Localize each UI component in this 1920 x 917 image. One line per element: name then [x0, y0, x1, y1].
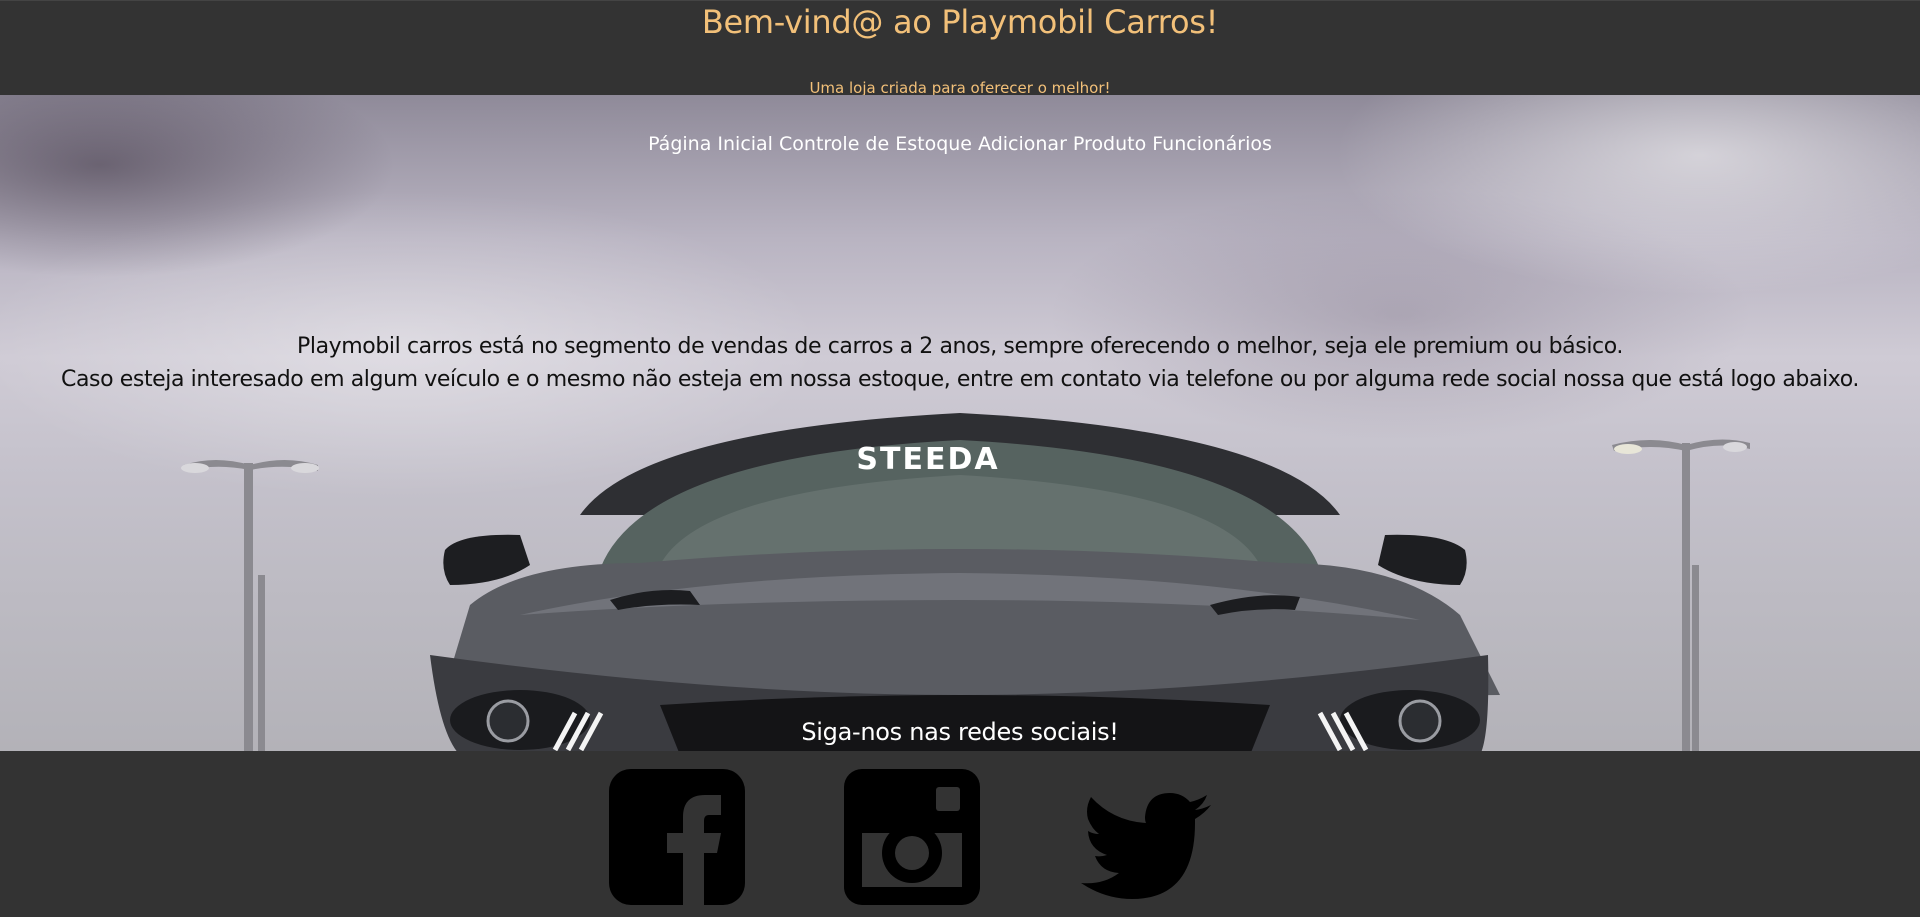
social-heading: Siga-nos nas redes sociais!: [801, 718, 1119, 746]
twitter-icon[interactable]: [1077, 779, 1213, 915]
hero-section: STEEDA Página Inicial Controle de Estoqu…: [0, 95, 1920, 751]
windshield-banner: STEEDA: [856, 442, 999, 477]
site-title: Bem-vind@ ao Playmobil Carros!: [701, 3, 1219, 41]
facebook-icon[interactable]: [609, 769, 745, 905]
about-text: Playmobil carros está no segmento de ven…: [0, 330, 1920, 396]
nav-adicionar-produto[interactable]: Adicionar Produto: [978, 133, 1146, 155]
nav-controle-de-estoque[interactable]: Controle de Estoque: [779, 133, 972, 155]
about-line-1: Playmobil carros está no segmento de ven…: [297, 334, 1623, 359]
about-line-2: Caso esteja interesado em algum veículo …: [60, 367, 1859, 392]
site-header: Bem-vind@ ao Playmobil Carros! Uma loja …: [0, 0, 1920, 97]
main-nav: Página Inicial Controle de Estoque Adici…: [0, 133, 1920, 155]
nav-funcionarios[interactable]: Funcionários: [1152, 133, 1272, 155]
nav-pagina-inicial[interactable]: Página Inicial: [648, 133, 773, 155]
site-footer: [0, 751, 1920, 917]
hero-car-photo: STEEDA: [181, 413, 1750, 751]
instagram-icon[interactable]: [844, 769, 980, 905]
